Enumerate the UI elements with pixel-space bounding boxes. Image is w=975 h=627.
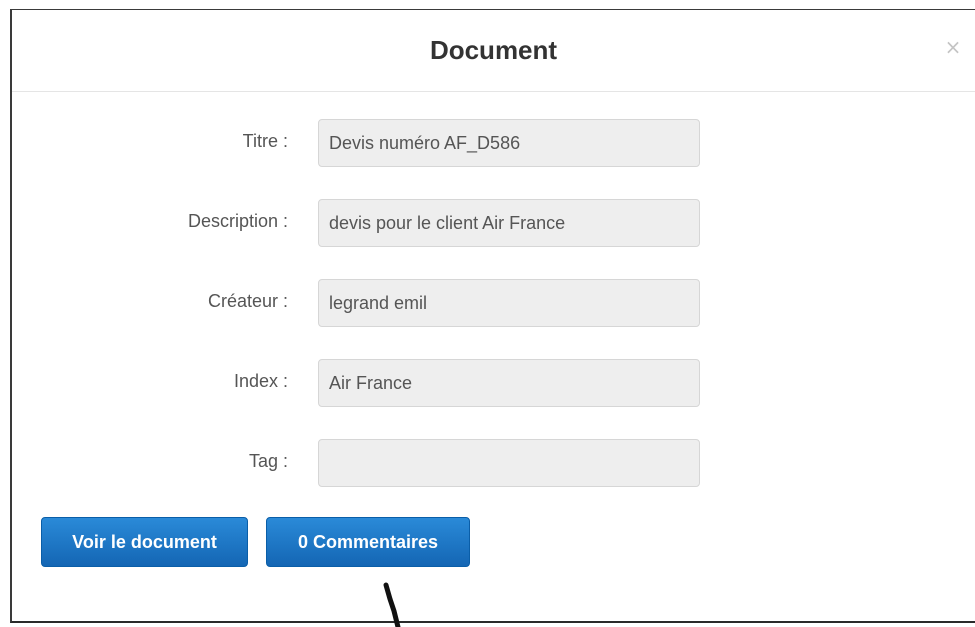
- tag-input[interactable]: [318, 439, 700, 487]
- titre-input[interactable]: [318, 119, 700, 167]
- modal-title: Document: [429, 35, 558, 65]
- createur-input[interactable]: [318, 279, 700, 327]
- field-row-tag: Tag :: [12, 439, 975, 487]
- index-input[interactable]: [318, 359, 700, 407]
- document-modal: Document × Titre : Description : Créateu…: [10, 9, 975, 623]
- index-label: Index :: [233, 371, 288, 391]
- description-label: Description :: [187, 211, 288, 231]
- description-input[interactable]: [318, 199, 700, 247]
- modal-header: Document ×: [12, 10, 975, 92]
- view-document-button[interactable]: Voir le document: [41, 517, 248, 567]
- field-row-createur: Créateur :: [12, 279, 975, 327]
- field-row-index: Index :: [12, 359, 975, 407]
- createur-label: Créateur :: [207, 291, 288, 311]
- titre-label: Titre :: [242, 131, 288, 151]
- field-row-description: Description :: [12, 199, 975, 247]
- pen-stroke-mark: [383, 582, 401, 627]
- close-icon[interactable]: ×: [941, 33, 965, 61]
- field-row-titre: Titre :: [12, 119, 975, 167]
- comments-button[interactable]: 0 Commentaires: [266, 517, 470, 567]
- screen: Document × Titre : Description : Créateu…: [0, 0, 975, 627]
- tag-label: Tag :: [248, 451, 288, 471]
